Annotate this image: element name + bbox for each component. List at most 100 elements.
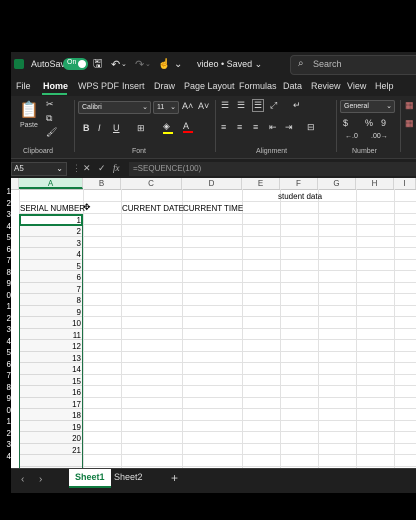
serial-number-cell[interactable]: 2	[21, 226, 81, 237]
undo-icon[interactable]: ↶	[111, 52, 120, 76]
tab-sheet1[interactable]: Sheet1	[69, 469, 111, 488]
row-header[interactable]: 5	[5, 348, 11, 357]
font-name-select[interactable]: Calibri ⌄	[78, 101, 151, 114]
row-header[interactable]: 2	[5, 199, 11, 208]
format-painter-icon[interactable]: 🖌	[46, 127, 57, 138]
column-header-b[interactable]: B	[83, 178, 121, 189]
menu-view[interactable]: View	[347, 81, 366, 91]
serial-number-cell[interactable]: 12	[21, 341, 81, 352]
row-header[interactable]: 4	[5, 222, 11, 231]
row-header[interactable]: 0	[5, 406, 11, 415]
serial-number-cell[interactable]: 13	[21, 353, 81, 364]
serial-number-cell[interactable]: 9	[21, 307, 81, 318]
serial-number-cell[interactable]: 21	[21, 445, 81, 456]
serial-number-cell[interactable]: 6	[21, 272, 81, 283]
row-header[interactable]: 1	[5, 187, 11, 196]
row-header[interactable]: 9	[5, 394, 11, 403]
cut-icon[interactable]: ✂	[46, 99, 54, 110]
column-header-h[interactable]: H	[356, 178, 394, 189]
column-header-e[interactable]: E	[242, 178, 280, 189]
italic-button[interactable]: I	[98, 123, 101, 133]
serial-number-cell[interactable]: 3	[21, 238, 81, 249]
decrease-decimal-icon[interactable]: .00→	[371, 133, 388, 140]
document-title[interactable]: video • Saved ⌄	[197, 52, 262, 76]
serial-number-cell[interactable]: 19	[21, 422, 81, 433]
align-center-icon[interactable]: ≡	[237, 122, 242, 132]
serial-number-cell[interactable]: 11	[21, 330, 81, 341]
decrease-indent-icon[interactable]: ⇤	[269, 122, 277, 133]
increase-decimal-icon[interactable]: ←.0	[345, 133, 358, 140]
serial-number-cell[interactable]: 14	[21, 364, 81, 375]
row-header[interactable]: 6	[5, 245, 11, 254]
menu-draw[interactable]: Draw	[154, 81, 175, 91]
row-header[interactable]: 1	[5, 302, 11, 311]
spreadsheet-grid[interactable]: A B C D E F G H I student data SERIAL NU…	[11, 178, 416, 468]
comma-style-button[interactable]: 9	[381, 118, 386, 128]
serial-number-cell[interactable]: 16	[21, 387, 81, 398]
bold-button[interactable]: B	[83, 123, 90, 133]
row-header[interactable]: 2	[5, 314, 11, 323]
menu-file[interactable]: File	[16, 81, 31, 91]
align-top-icon[interactable]: ☰	[221, 100, 229, 111]
row-header[interactable]: 7	[5, 256, 11, 265]
column-header-f[interactable]: F	[280, 178, 318, 189]
column-header-g[interactable]: G	[318, 178, 356, 189]
menu-insert[interactable]: Insert	[122, 81, 145, 91]
increase-indent-icon[interactable]: ⇥	[285, 122, 293, 133]
title-cell[interactable]: student data	[278, 191, 322, 202]
percent-button[interactable]: %	[365, 118, 373, 128]
row-header[interactable]: 2	[5, 429, 11, 438]
column-header-a[interactable]: A	[19, 178, 83, 189]
currency-button[interactable]: $	[343, 118, 348, 128]
menu-page-layout[interactable]: Page Layout	[184, 81, 235, 91]
merge-center-icon[interactable]: ⊟	[307, 122, 315, 133]
number-format-select[interactable]: General ⌄	[340, 100, 395, 113]
copy-icon[interactable]: ⧉	[46, 113, 52, 124]
row-header[interactable]: 9	[5, 279, 11, 288]
column-header-c[interactable]: C	[121, 178, 182, 189]
row-header[interactable]: 3	[5, 210, 11, 219]
header-current-date[interactable]: CURRENT DATE	[122, 203, 184, 214]
row-header[interactable]: 0	[5, 291, 11, 300]
format-as-table-icon[interactable]: ▦	[405, 118, 414, 129]
row-header[interactable]: 5	[5, 233, 11, 242]
menu-wps-pdf[interactable]: WPS PDF	[78, 81, 119, 91]
paste-icon[interactable]: 📋	[19, 100, 39, 120]
cancel-icon[interactable]: ✕	[83, 163, 91, 174]
row-header[interactable]: 4	[5, 337, 11, 346]
menu-help[interactable]: Help	[375, 81, 394, 91]
enter-icon[interactable]: ✓	[98, 163, 106, 174]
row-header[interactable]: 4	[5, 452, 11, 461]
next-sheet-icon[interactable]: ›	[39, 474, 42, 485]
header-serial-number[interactable]: SERIAL NUMBER	[20, 203, 85, 214]
menu-formulas[interactable]: Formulas	[239, 81, 277, 91]
grow-font-button[interactable]: A˄	[182, 101, 193, 111]
serial-number-cell[interactable]: 17	[21, 399, 81, 410]
row-header[interactable]: 8	[5, 268, 11, 277]
row-header[interactable]: 8	[5, 383, 11, 392]
name-box[interactable]: A5 ⌄	[11, 162, 67, 176]
previous-sheet-icon[interactable]: ‹	[21, 474, 24, 485]
row-header[interactable]: 3	[5, 440, 11, 449]
row-header[interactable]: 1	[5, 417, 11, 426]
serial-number-cell[interactable]: 1	[21, 215, 81, 226]
serial-number-cell[interactable]: 20	[21, 433, 81, 444]
font-color-icon[interactable]: A	[183, 121, 193, 133]
serial-number-cell[interactable]: 4	[21, 249, 81, 260]
serial-number-cell[interactable]: 15	[21, 376, 81, 387]
fill-color-icon[interactable]: ◈	[163, 121, 173, 134]
select-all-corner[interactable]	[11, 178, 19, 189]
undo-dropdown-icon[interactable]: ⌄	[121, 52, 127, 76]
column-header-d[interactable]: D	[182, 178, 242, 189]
serial-number-cell[interactable]: 18	[21, 410, 81, 421]
menu-review[interactable]: Review	[311, 81, 341, 91]
menu-data[interactable]: Data	[283, 81, 302, 91]
tab-sheet2[interactable]: Sheet2	[108, 469, 149, 486]
redo-icon[interactable]: ↷	[135, 52, 144, 76]
serial-number-cell[interactable]: 10	[21, 318, 81, 329]
align-right-icon[interactable]: ≡	[253, 122, 258, 132]
shrink-font-button[interactable]: A˅	[198, 101, 209, 111]
row-header[interactable]: 7	[5, 371, 11, 380]
touch-mode-icon[interactable]: ☝	[158, 52, 170, 76]
menu-home[interactable]: Home	[43, 81, 68, 91]
